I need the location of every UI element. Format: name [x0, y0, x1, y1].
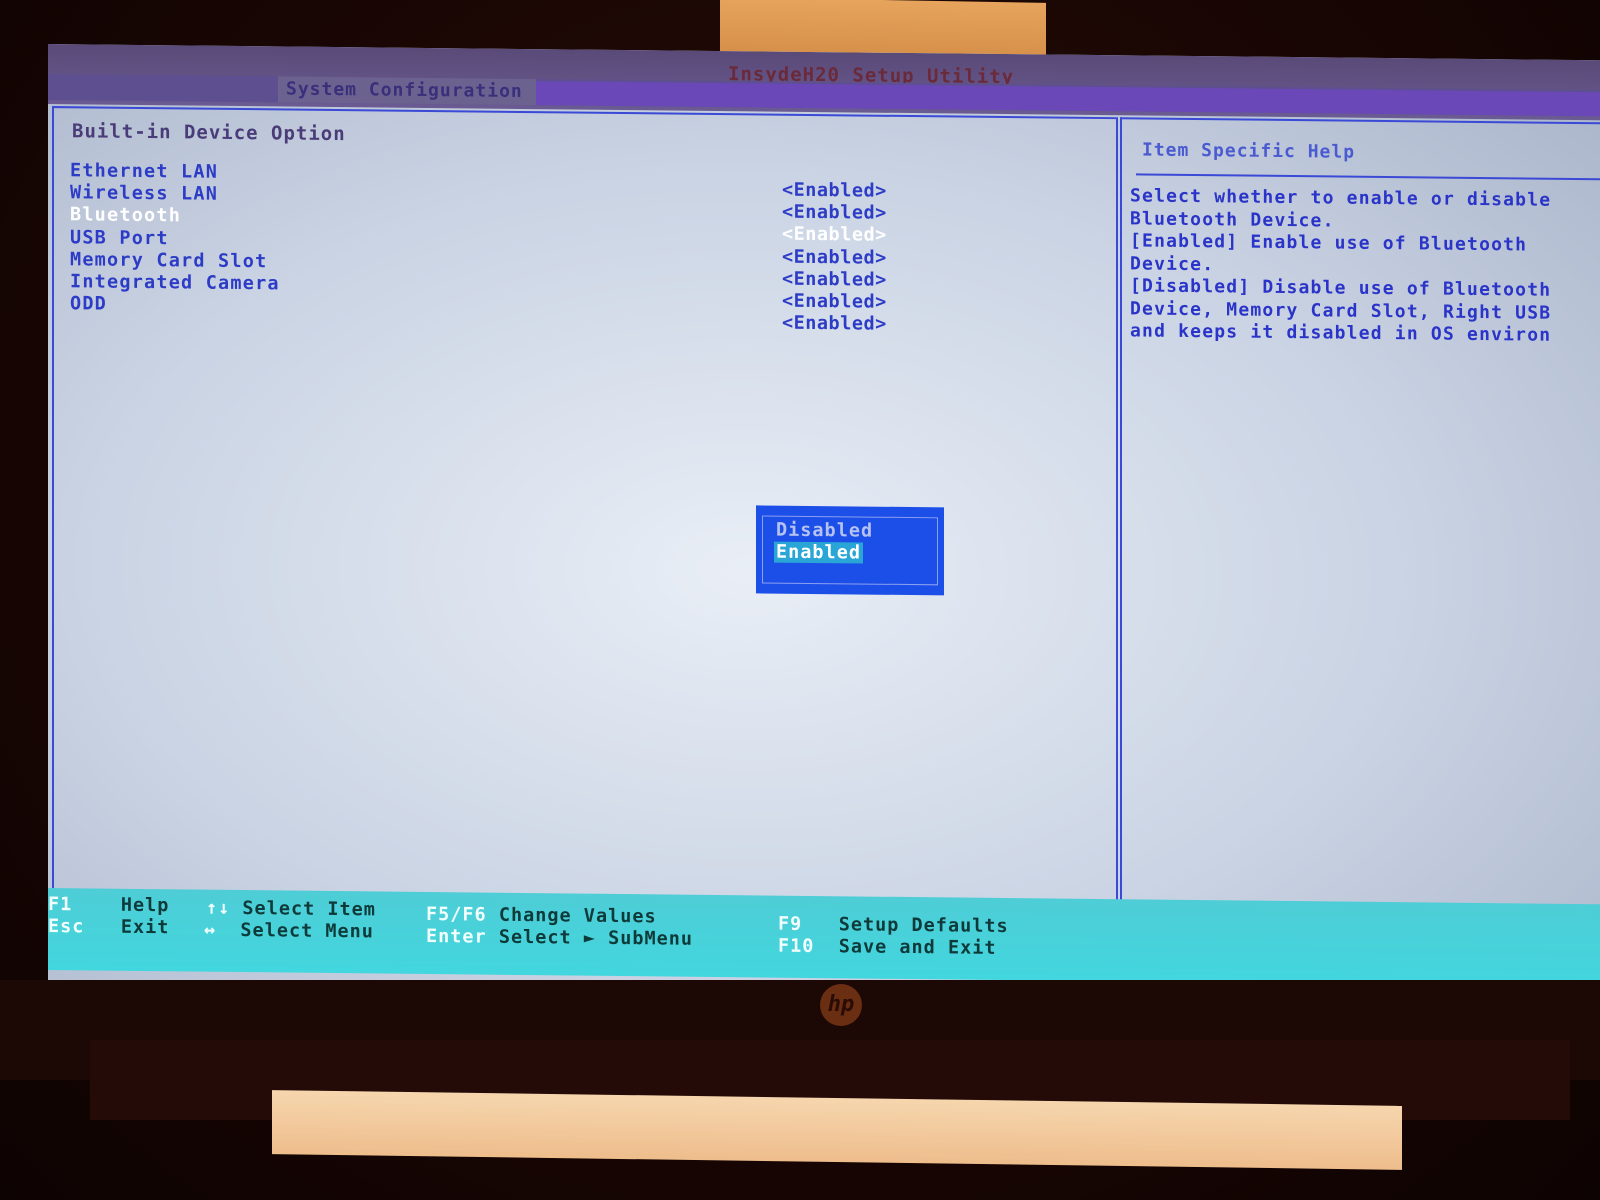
- option-label: Integrated Camera: [70, 271, 280, 295]
- main-panel: Built-in Device Option Ethernet LAN <Ena…: [52, 106, 1118, 912]
- option-list: Ethernet LAN <Enabled> Wireless LAN <Ena…: [70, 160, 1110, 335]
- key-select-item[interactable]: ↑↓ Select Item: [206, 898, 376, 921]
- option-label: Bluetooth: [70, 204, 182, 227]
- key-label: F5/F6: [426, 903, 487, 926]
- key-label: F10: [778, 935, 815, 958]
- popup-option-enabled[interactable]: Enabled: [774, 541, 863, 564]
- key-help[interactable]: F1 Help: [48, 894, 169, 916]
- sticky-note: [720, 0, 1046, 57]
- key-label: Enter: [426, 925, 487, 948]
- hp-logo-icon: hp: [820, 984, 862, 1026]
- option-value[interactable]: <Enabled>: [782, 313, 887, 335]
- key-setup-defaults[interactable]: F9 Setup Defaults: [778, 914, 1009, 937]
- key-desc: Select Menu: [240, 920, 374, 943]
- option-label: Memory Card Slot: [70, 248, 268, 273]
- key-legend-bar: F1 Help Esc Exit ↑↓ Select Item ↔ Select…: [48, 888, 1600, 987]
- option-label: Wireless LAN: [70, 182, 219, 205]
- key-desc: Setup Defaults: [838, 914, 1009, 938]
- key-desc: Select Item: [242, 898, 376, 921]
- key-change-values[interactable]: F5/F6 Change Values: [426, 904, 657, 927]
- key-select-menu[interactable]: ↔ Select Menu: [204, 920, 374, 943]
- help-text: Select whether to enable or disable Blue…: [1130, 185, 1600, 347]
- key-desc: Help: [120, 894, 170, 917]
- key-desc: Save and Exit: [838, 936, 997, 959]
- popup-option-disabled[interactable]: Disabled: [774, 520, 875, 542]
- menu-tab-system-configuration[interactable]: System Configuration: [278, 76, 536, 106]
- key-label: F1: [48, 894, 73, 916]
- key-enter-submenu[interactable]: Enter Select ► SubMenu: [426, 926, 693, 950]
- help-title: Item Specific Help: [1136, 139, 1600, 181]
- bios-screen: InsydeH20 Setup Utility System Configura…: [48, 44, 1600, 1005]
- option-label: Ethernet LAN: [70, 160, 219, 183]
- arrow-up-down-icon: ↑↓: [206, 897, 231, 919]
- key-save-exit[interactable]: F10 Save and Exit: [778, 936, 997, 959]
- section-title: Built-in Device Option: [72, 120, 346, 146]
- key-label: Esc: [48, 916, 85, 938]
- help-panel: Item Specific Help Select whether to ena…: [1120, 117, 1600, 925]
- option-label: ODD: [70, 293, 108, 315]
- arrow-left-right-icon: ↔: [204, 919, 217, 941]
- key-desc: Change Values: [498, 904, 657, 928]
- value-select-popup: Disabled Enabled: [756, 505, 944, 596]
- key-desc: Select ► SubMenu: [498, 926, 694, 950]
- key-label: F9: [778, 913, 803, 935]
- key-exit[interactable]: Esc Exit: [48, 916, 169, 938]
- help-line: and keeps it disabled in OS environ: [1130, 320, 1552, 346]
- option-label: USB Port: [70, 226, 169, 249]
- key-desc: Exit: [120, 916, 170, 939]
